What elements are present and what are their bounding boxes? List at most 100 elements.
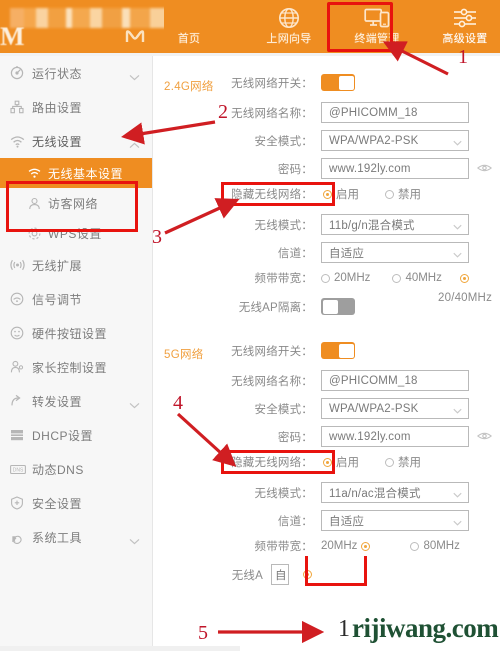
sidebar-label-security: 安全设置 — [32, 496, 83, 511]
chevron-down-icon — [129, 68, 140, 86]
radio-dot — [385, 457, 394, 467]
label-24g-password: 密码： — [277, 163, 313, 176]
radio-5g-hide-enable[interactable]: 启用 — [323, 454, 359, 470]
label-5g-ssid: 无线网络名称： — [231, 375, 313, 388]
radio-dot — [392, 273, 402, 283]
sidebar-item-guest-network[interactable]: 访客网络 — [0, 188, 152, 218]
nav-item-list: 首页 上网向导 终端管理 高级设置 — [164, 0, 500, 53]
radio-24g-bw-20[interactable]: 20MHz — [321, 272, 370, 284]
sidebar-item-wireless-settings[interactable]: 无线设置 — [0, 124, 152, 158]
chevron-down-icon — [453, 221, 462, 233]
radio-24g-hide-enable[interactable]: 启用 — [323, 186, 359, 202]
nav-item-home[interactable]: 首页 — [158, 0, 220, 53]
annotation-number-2: 2 — [218, 101, 228, 123]
row-24g-ap-isolation: 无线AP隔离： — [153, 298, 355, 315]
label-5g-channel: 信道： — [277, 515, 313, 528]
nav-item-device-management[interactable]: 终端管理 — [342, 0, 412, 53]
select-5g-ap-isolation[interactable]: 自 — [271, 564, 289, 585]
select-24g-wireless-mode[interactable]: 11b/g/n混合模式 — [321, 214, 469, 235]
select-5g-channel[interactable]: 自适应 — [321, 510, 469, 531]
value-5g-ap-isolation: 自 — [275, 569, 287, 582]
sidebar-item-system-tools[interactable]: 系统工具 — [0, 520, 152, 554]
nav-label-advanced-settings: 高级设置 — [442, 33, 488, 45]
row-24g-bandwidth: 频带带宽： 20MHz 40MHz — [153, 270, 469, 286]
sidebar-item-dhcp[interactable]: DHCP设置 — [0, 418, 152, 452]
globe-icon — [278, 7, 300, 29]
sidebar-item-ddns[interactable]: DNS 动态DNS — [0, 452, 152, 486]
wifi-icon — [10, 135, 32, 148]
toggle-24g-wireless-switch[interactable] — [321, 74, 355, 91]
sidebar-item-parental-control[interactable]: 家长控制设置 — [0, 350, 152, 384]
radio-group-5g-hide: 启用 禁用 — [323, 454, 447, 470]
sidebar-label-guest-network: 访客网络 — [48, 196, 99, 211]
radio-5g-ap-option[interactable] — [303, 570, 312, 579]
logo-mark: M — [0, 22, 25, 51]
brand-logo[interactable]: M — [0, 0, 164, 53]
sidebar-item-forwarding[interactable]: 转发设置 — [0, 384, 152, 418]
sidebar-item-hardware-button[interactable]: 硬件按钮设置 — [0, 316, 152, 350]
input-5g-ssid[interactable]: @PHICOMM_18 — [321, 370, 469, 391]
status-icon — [10, 66, 32, 80]
chevron-down-icon — [129, 396, 140, 414]
chevron-down-icon — [453, 489, 462, 501]
input-24g-ssid[interactable]: @PHICOMM_18 — [321, 102, 469, 123]
sidebar-label-status: 运行状态 — [32, 66, 83, 81]
chevron-down-icon — [453, 249, 462, 261]
eye-icon-24g-password[interactable] — [476, 160, 493, 178]
toggle-knob — [338, 343, 354, 358]
svg-text:DNS: DNS — [13, 467, 24, 473]
select-24g-channel[interactable]: 自适应 — [321, 242, 469, 263]
devices-icon — [364, 7, 390, 29]
radio-dot — [321, 273, 330, 283]
sidebar-item-wireless-extension[interactable]: 无线扩展 — [0, 248, 152, 282]
value-5g-wireless-mode: 11a/n/ac混合模式 — [329, 487, 421, 500]
radio-5g-bw-80[interactable]: 80MHz — [410, 540, 460, 552]
router-admin-page: M 首页 上网向导 终端管理 高级设置 运行状态 路由设置 无线设置 无线基本设… — [0, 0, 500, 651]
nav-label-home: 首页 — [177, 33, 201, 45]
toggle-24g-ap-isolation[interactable] — [321, 298, 355, 315]
label-24g-ap-isolation: 无线AP隔离： — [238, 301, 313, 314]
button-icon — [10, 326, 32, 340]
toggle-5g-wireless-switch[interactable] — [321, 342, 355, 359]
row-24g-security-mode: 安全模式： WPA/WPA2-PSK — [153, 130, 469, 151]
radio-24g-hide-disable[interactable]: 禁用 — [385, 186, 421, 202]
radio-dot — [410, 541, 420, 551]
radio-dot — [323, 189, 332, 199]
radio-5g-bw-20-dot[interactable] — [361, 541, 371, 551]
nav-item-wizard[interactable]: 上网向导 — [254, 0, 324, 53]
label-5g-bandwidth: 频带带宽： — [254, 541, 313, 553]
row-5g-hide-network: 隐藏无线网络： 启用 禁用 — [153, 454, 447, 470]
sidebar-item-wps[interactable]: WPS设置 — [0, 218, 152, 248]
annotation-number-5: 5 — [198, 622, 208, 644]
dns-icon: DNS — [10, 464, 32, 475]
sidebar-item-security[interactable]: 安全设置 — [0, 486, 152, 520]
sidebar-item-wireless-basic[interactable]: 无线基本设置 — [0, 158, 152, 188]
select-5g-security-mode[interactable]: WPA/WPA2-PSK — [321, 398, 469, 419]
select-5g-wireless-mode[interactable]: 11a/n/ac混合模式 — [321, 482, 469, 503]
chevron-down-icon — [453, 405, 462, 417]
row-24g-wireless-switch: 无线网络开关： — [153, 74, 355, 91]
label-5g-bw-20: 20MHz — [321, 540, 358, 552]
sidebar-label-dhcp: DHCP设置 — [32, 428, 94, 443]
input-5g-password[interactable]: www.192ly.com — [321, 426, 469, 447]
value-5g-ssid: @PHICOMM_18 — [329, 374, 418, 387]
sidebar: 运行状态 路由设置 无线设置 无线基本设置 访客网络 WPS设置 无线扩展 信号… — [0, 56, 153, 651]
value-5g-password: www.192ly.com — [329, 430, 411, 443]
sidebar-item-status[interactable]: 运行状态 — [0, 56, 152, 90]
value-24g-security-mode: WPA/WPA2-PSK — [329, 134, 419, 147]
row-5g-bandwidth: 频带带宽： 20MHz 80MHz — [153, 538, 460, 554]
radio-group-5g-bandwidth: 20MHz 80MHz — [321, 540, 460, 552]
chevron-down-icon — [453, 517, 462, 529]
radio-24g-bw-40[interactable]: 40MHz — [392, 272, 442, 284]
value-24g-channel: 自适应 — [329, 247, 365, 260]
select-24g-security-mode[interactable]: WPA/WPA2-PSK — [321, 130, 469, 151]
eye-icon-5g-password[interactable] — [476, 428, 493, 446]
radio-5g-bw-20[interactable]: 20MHz — [321, 540, 357, 552]
radio-5g-hide-disable[interactable]: 禁用 — [385, 454, 421, 470]
input-24g-password[interactable]: www.192ly.com — [321, 158, 469, 179]
label-5g-wireless-switch: 无线网络开关： — [231, 345, 313, 358]
radio-24g-bw-2040[interactable] — [459, 273, 469, 283]
sidebar-label-wps: WPS设置 — [48, 226, 102, 241]
sidebar-item-signal-adjust[interactable]: 信号调节 — [0, 282, 152, 316]
sidebar-item-router-settings[interactable]: 路由设置 — [0, 90, 152, 124]
